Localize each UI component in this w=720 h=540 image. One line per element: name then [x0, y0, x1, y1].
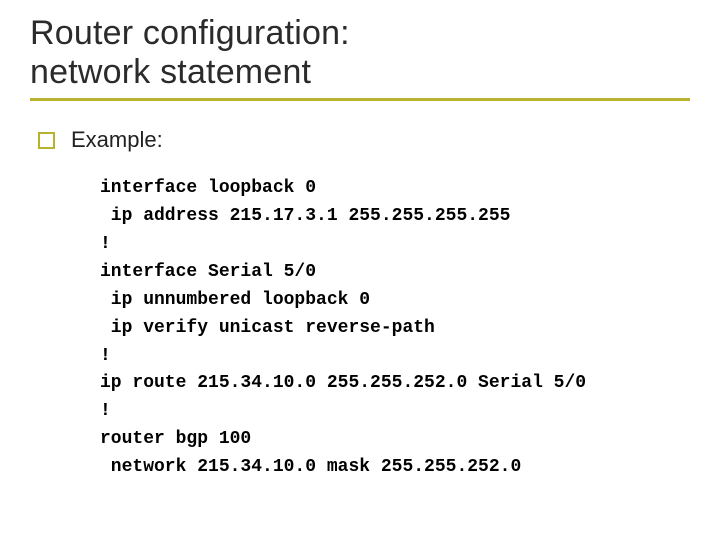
code-line: network 215.34.10.0 mask 255.255.252.0: [100, 457, 521, 477]
code-block: interface loopback 0 ip address 215.17.3…: [100, 175, 690, 482]
title-line-1: Router configuration:: [30, 14, 350, 52]
code-line: router bgp 100: [100, 429, 251, 449]
title-underline: [30, 98, 690, 101]
code-line: ip address 215.17.3.1 255.255.255.255: [100, 206, 510, 226]
code-line: ip route 215.34.10.0 255.255.252.0 Seria…: [100, 373, 586, 393]
slide-body: Example: interface loopback 0 ip address…: [30, 127, 690, 482]
bullet-label: Example:: [71, 127, 163, 153]
code-line: ip verify unicast reverse-path: [100, 318, 435, 338]
code-line: !: [100, 346, 111, 366]
code-line: ip unnumbered loopback 0: [100, 290, 370, 310]
slide: Router configuration: network statement …: [0, 0, 720, 540]
code-line: interface loopback 0: [100, 178, 316, 198]
slide-title: Router configuration: network statement: [30, 14, 690, 92]
code-line: interface Serial 5/0: [100, 262, 316, 282]
title-line-2: network statement: [30, 53, 311, 91]
code-line: !: [100, 234, 111, 254]
code-line: !: [100, 401, 111, 421]
square-bullet-icon: [38, 132, 55, 149]
bullet-row: Example:: [38, 127, 690, 153]
